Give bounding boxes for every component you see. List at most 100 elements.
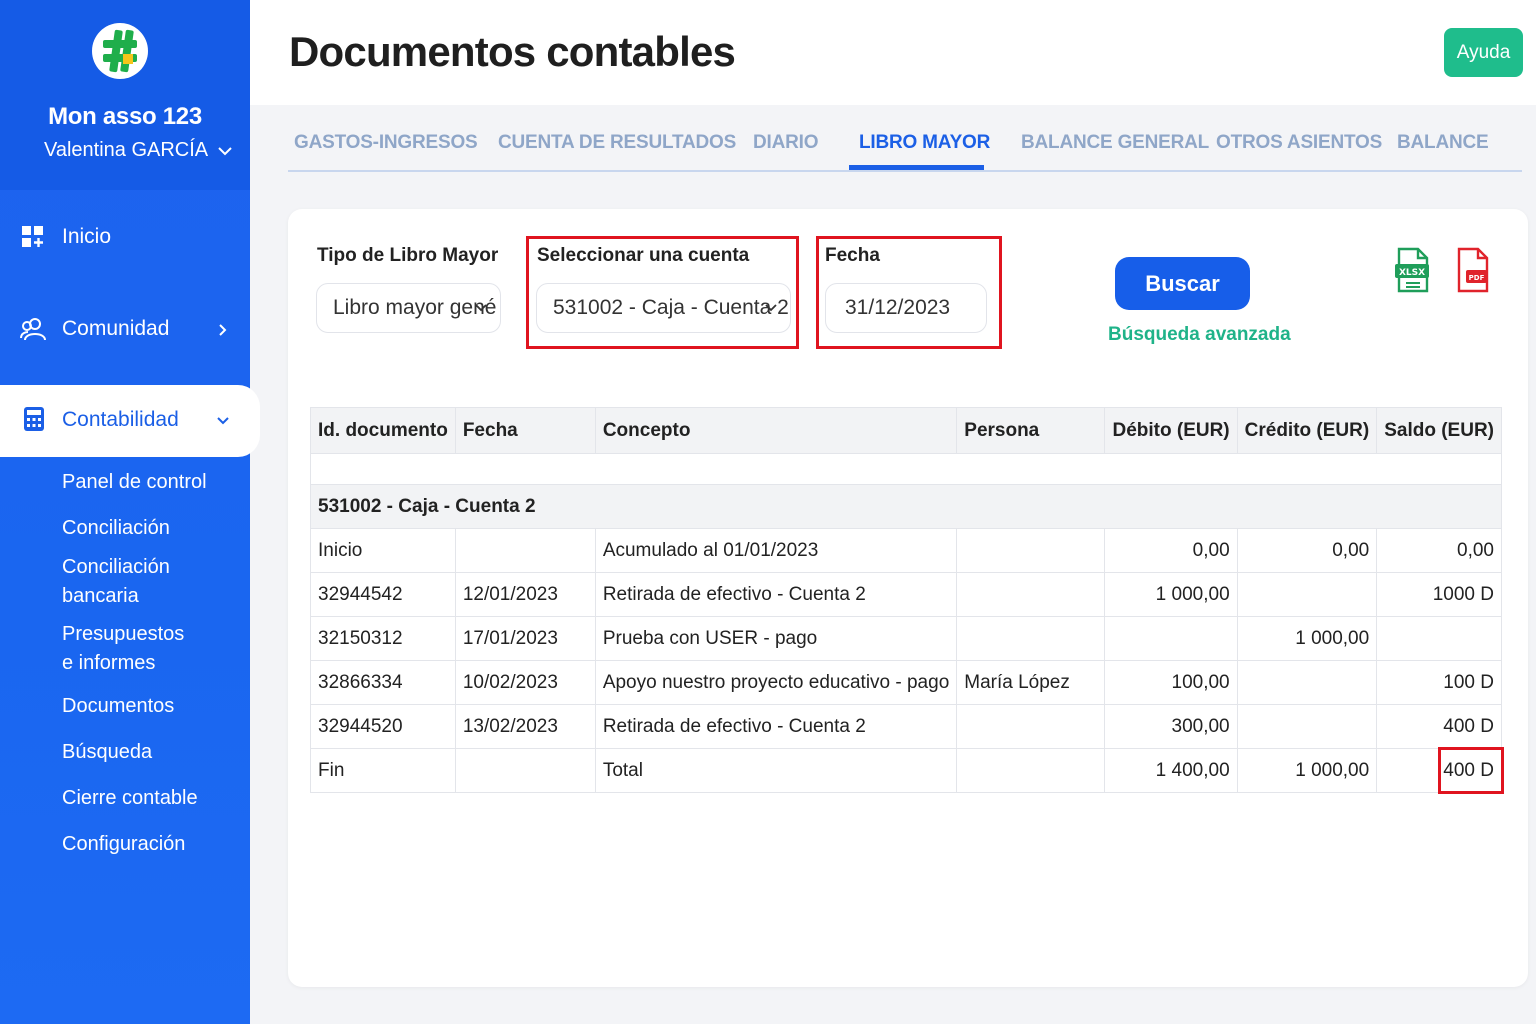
tab-balance-general[interactable]: BALANCE GENERAL [1021,132,1209,154]
spacer-row [310,453,1502,485]
table-row[interactable]: 32944542 12/01/2023 Retirada de efectivo… [310,572,1502,617]
page-title: Documentos contables [289,28,736,75]
advanced-search-link[interactable]: Búsqueda avanzada [1108,324,1291,346]
cell-id[interactable]: 32866334 [310,660,456,705]
help-button[interactable]: Ayuda [1444,28,1523,77]
column-header-id[interactable]: Id. documento [310,407,456,454]
cell-persona: María López [956,660,1106,705]
tab-otros-asientos[interactable]: OTROS ASIENTOS [1216,132,1382,154]
pdf-export-icon[interactable]: PDF [1455,247,1489,293]
column-header-saldo[interactable]: Saldo (EUR) [1376,407,1502,454]
sidebar-item-contabilidad[interactable]: Contabilidad [0,385,260,457]
cell-fecha: 13/02/2023 [454,704,596,749]
cell-credito: 1 000,00 [1236,748,1378,793]
cell-persona [956,748,1106,793]
cell-id[interactable]: 32944520 [310,704,456,749]
cell-debito: 0,00 [1104,528,1238,573]
cell-concepto: Retirada de efectivo - Cuenta 2 [594,572,958,617]
cell-credito: 0,00 [1236,528,1378,573]
table-row-total: Fin Total 1 400,00 1 000,00 400 D [310,748,1502,793]
user-name[interactable]: Valentina GARCÍA [44,139,208,162]
cell-fecha [454,528,596,573]
table-row[interactable]: 32944520 13/02/2023 Retirada de efectivo… [310,704,1502,749]
xlsx-export-icon[interactable]: XLSX [1395,247,1429,293]
tab-gastos-ingresos[interactable]: GASTOS-INGRESOS [294,132,478,154]
cell-id: Inicio [310,528,456,573]
column-header-concepto[interactable]: Concepto [594,407,958,454]
cell-credito [1236,704,1378,749]
tab-libro-mayor[interactable]: LIBRO MAYOR [859,132,990,154]
cell-credito [1236,572,1378,617]
cell-saldo [1376,616,1502,661]
sidebar-item-label: Comunidad [62,317,170,340]
xlsx-label: XLSX [1399,268,1425,278]
account-highlight-box [526,236,799,349]
ledger-type-value: Libro mayor gené [333,296,497,319]
subnav-conciliacion-bancaria[interactable]: Conciliación bancaria [62,553,182,611]
cell-fecha [454,748,596,793]
dashboard-icon [22,226,43,247]
sidebar: Mon asso 123 Valentina GARCÍA Inicio Com… [0,0,260,1024]
subnav-busqueda[interactable]: Búsqueda [62,738,152,767]
cell-debito: 300,00 [1104,704,1238,749]
chevron-right-icon [219,324,227,336]
cell-debito: 100,00 [1104,660,1238,705]
logo-icon [92,23,148,79]
ledger-type-label: Tipo de Libro Mayor [317,245,499,266]
tab-diario[interactable]: DIARIO [753,132,819,154]
cell-fecha: 10/02/2023 [454,660,596,705]
users-icon [20,318,46,341]
table-row[interactable]: Inicio Acumulado al 01/01/2023 0,00 0,00… [310,528,1502,573]
column-header-debito[interactable]: Débito (EUR) [1104,407,1238,454]
sidebar-item-label: Contabilidad [62,408,179,431]
sidebar-header: Mon asso 123 Valentina GARCÍA [0,0,250,190]
cell-credito: 1 000,00 [1236,616,1378,661]
table-header-row: Id. documento Fecha Concepto Persona Déb… [310,407,1502,454]
pdf-label: PDF [1469,274,1485,282]
cell-saldo: 0,00 [1376,528,1502,573]
tab-cuenta-de-resultados[interactable]: CUENTA DE RESULTADOS [498,132,736,154]
chevron-down-icon [475,304,487,312]
chevron-down-icon [217,417,229,425]
account-group-label: 531002 - Caja - Cuenta 2 [310,484,1502,529]
tab-balance[interactable]: BALANCE [1397,132,1489,154]
table-row[interactable]: 32150312 17/01/2023 Prueba con USER - pa… [310,616,1502,661]
subnav-presupuestos-informes[interactable]: Presupuestos e informes [62,620,184,678]
table-row[interactable]: 32866334 10/02/2023 Apoyo nuestro proyec… [310,660,1502,705]
cell-id: Fin [310,748,456,793]
column-header-credito[interactable]: Crédito (EUR) [1236,407,1378,454]
cell-fecha: 17/01/2023 [454,616,596,661]
cell-persona [956,572,1106,617]
sidebar-item-inicio[interactable]: Inicio [0,201,250,273]
search-button[interactable]: Buscar [1115,257,1250,310]
cell-debito [1104,616,1238,661]
cell-concepto: Apoyo nuestro proyecto educativo - pago [594,660,958,705]
sidebar-item-comunidad[interactable]: Comunidad [0,292,250,364]
ledger-type-select[interactable]: Libro mayor gené [316,283,501,333]
calculator-icon [24,407,44,431]
chevron-down-icon[interactable] [215,143,235,159]
cell-id[interactable]: 32944542 [310,572,456,617]
column-header-fecha[interactable]: Fecha [454,407,596,454]
organization-name: Mon asso 123 [48,103,202,130]
active-tab-indicator [849,165,984,170]
column-header-persona[interactable]: Persona [956,407,1106,454]
cell-saldo: 400 D [1376,704,1502,749]
cell-id[interactable]: 32150312 [310,616,456,661]
cell-concepto: Total [594,748,958,793]
cell-saldo: 100 D [1376,660,1502,705]
cell-credito [1236,660,1378,705]
sidebar-item-label: Inicio [62,225,112,248]
cell-concepto: Prueba con USER - pago [594,616,958,661]
subnav-configuracion[interactable]: Configuración [62,830,185,859]
final-balance-highlight-box [1438,747,1504,794]
subnav-panel-de-control[interactable]: Panel de control [62,468,207,497]
tab-bar: GASTOS-INGRESOS CUENTA DE RESULTADOS DIA… [288,106,1522,172]
subnav-conciliacion[interactable]: Conciliación [62,514,170,543]
cell-persona [956,528,1106,573]
cell-persona [956,704,1106,749]
subnav-cierre-contable[interactable]: Cierre contable [62,784,198,813]
subnav-documentos[interactable]: Documentos [62,692,174,721]
account-group-row: 531002 - Caja - Cuenta 2 [310,484,1502,529]
cell-concepto: Retirada de efectivo - Cuenta 2 [594,704,958,749]
